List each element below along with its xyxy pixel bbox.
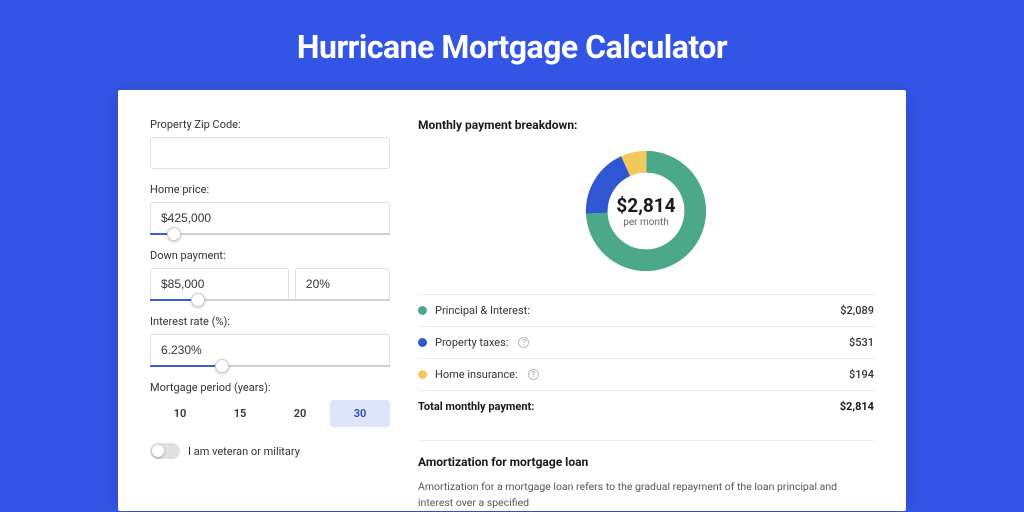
legend-label-insurance: Home insurance: <box>435 368 518 381</box>
info-icon[interactable]: ? <box>528 369 539 380</box>
veteran-label: I am veteran or military <box>188 445 300 458</box>
breakdown-title: Monthly payment breakdown: <box>418 118 874 132</box>
period-field: Mortgage period (years): 10 15 20 30 <box>150 381 390 427</box>
inputs-column: Property Zip Code: Home price: Down paym… <box>150 118 390 511</box>
interest-rate-label: Interest rate (%): <box>150 315 390 328</box>
period-options: 10 15 20 30 <box>150 400 390 427</box>
amortization-title: Amortization for mortgage loan <box>418 455 874 469</box>
down-payment-field: Down payment: <box>150 249 390 301</box>
amortization-text: Amortization for a mortgage loan refers … <box>418 479 874 511</box>
veteran-toggle[interactable] <box>150 443 180 459</box>
period-option-30[interactable]: 30 <box>330 400 390 427</box>
home-price-label: Home price: <box>150 183 390 196</box>
legend-value-taxes: $531 <box>849 336 874 349</box>
legend-dot-insurance <box>418 370 427 379</box>
legend-value-total: $2,814 <box>840 400 874 413</box>
home-price-input[interactable] <box>150 202 390 234</box>
legend-label-total: Total monthly payment: <box>418 400 534 413</box>
interest-rate-input[interactable] <box>150 334 390 366</box>
legend-row-insurance: Home insurance: ? $194 <box>418 358 874 390</box>
info-icon[interactable]: ? <box>518 337 529 348</box>
legend-row-principal: Principal & Interest: $2,089 <box>418 294 874 326</box>
zip-input[interactable] <box>150 137 390 169</box>
legend-value-principal: $2,089 <box>840 304 874 317</box>
home-price-slider-thumb[interactable] <box>167 227 181 241</box>
down-payment-slider-thumb[interactable] <box>191 293 205 307</box>
legend-label-principal: Principal & Interest: <box>435 304 530 317</box>
down-payment-input[interactable] <box>150 268 289 300</box>
legend-value-insurance: $194 <box>849 368 874 381</box>
interest-rate-field: Interest rate (%): <box>150 315 390 367</box>
amortization-section: Amortization for mortgage loan Amortizat… <box>418 440 874 511</box>
donut-center: $2,814 per month <box>616 194 675 228</box>
breakdown-column: Monthly payment breakdown: $2,814 per mo… <box>418 118 874 511</box>
zip-label: Property Zip Code: <box>150 118 390 131</box>
legend-dot-principal <box>418 306 427 315</box>
donut-amount: $2,814 <box>616 194 675 217</box>
home-price-slider[interactable] <box>150 233 390 235</box>
page-title: Hurricane Mortgage Calculator <box>0 0 1024 90</box>
zip-field: Property Zip Code: <box>150 118 390 169</box>
period-option-15[interactable]: 15 <box>210 400 270 427</box>
legend-row-taxes: Property taxes: ? $531 <box>418 326 874 358</box>
legend-row-total: Total monthly payment: $2,814 <box>418 390 874 422</box>
donut-sub: per month <box>616 217 675 228</box>
legend-label-taxes: Property taxes: <box>435 336 508 349</box>
down-payment-label: Down payment: <box>150 249 390 262</box>
period-option-20[interactable]: 20 <box>270 400 330 427</box>
down-payment-pct-input[interactable] <box>295 268 390 300</box>
calculator-card: Property Zip Code: Home price: Down paym… <box>118 90 906 511</box>
period-option-10[interactable]: 10 <box>150 400 210 427</box>
home-price-field: Home price: <box>150 183 390 235</box>
interest-rate-slider[interactable] <box>150 365 390 367</box>
interest-rate-slider-thumb[interactable] <box>215 359 229 373</box>
donut-chart-wrap: $2,814 per month <box>418 146 874 276</box>
down-payment-slider[interactable] <box>150 299 390 301</box>
period-label: Mortgage period (years): <box>150 381 390 394</box>
legend-dot-taxes <box>418 338 427 347</box>
veteran-row: I am veteran or military <box>150 443 390 459</box>
veteran-toggle-knob <box>152 445 164 457</box>
